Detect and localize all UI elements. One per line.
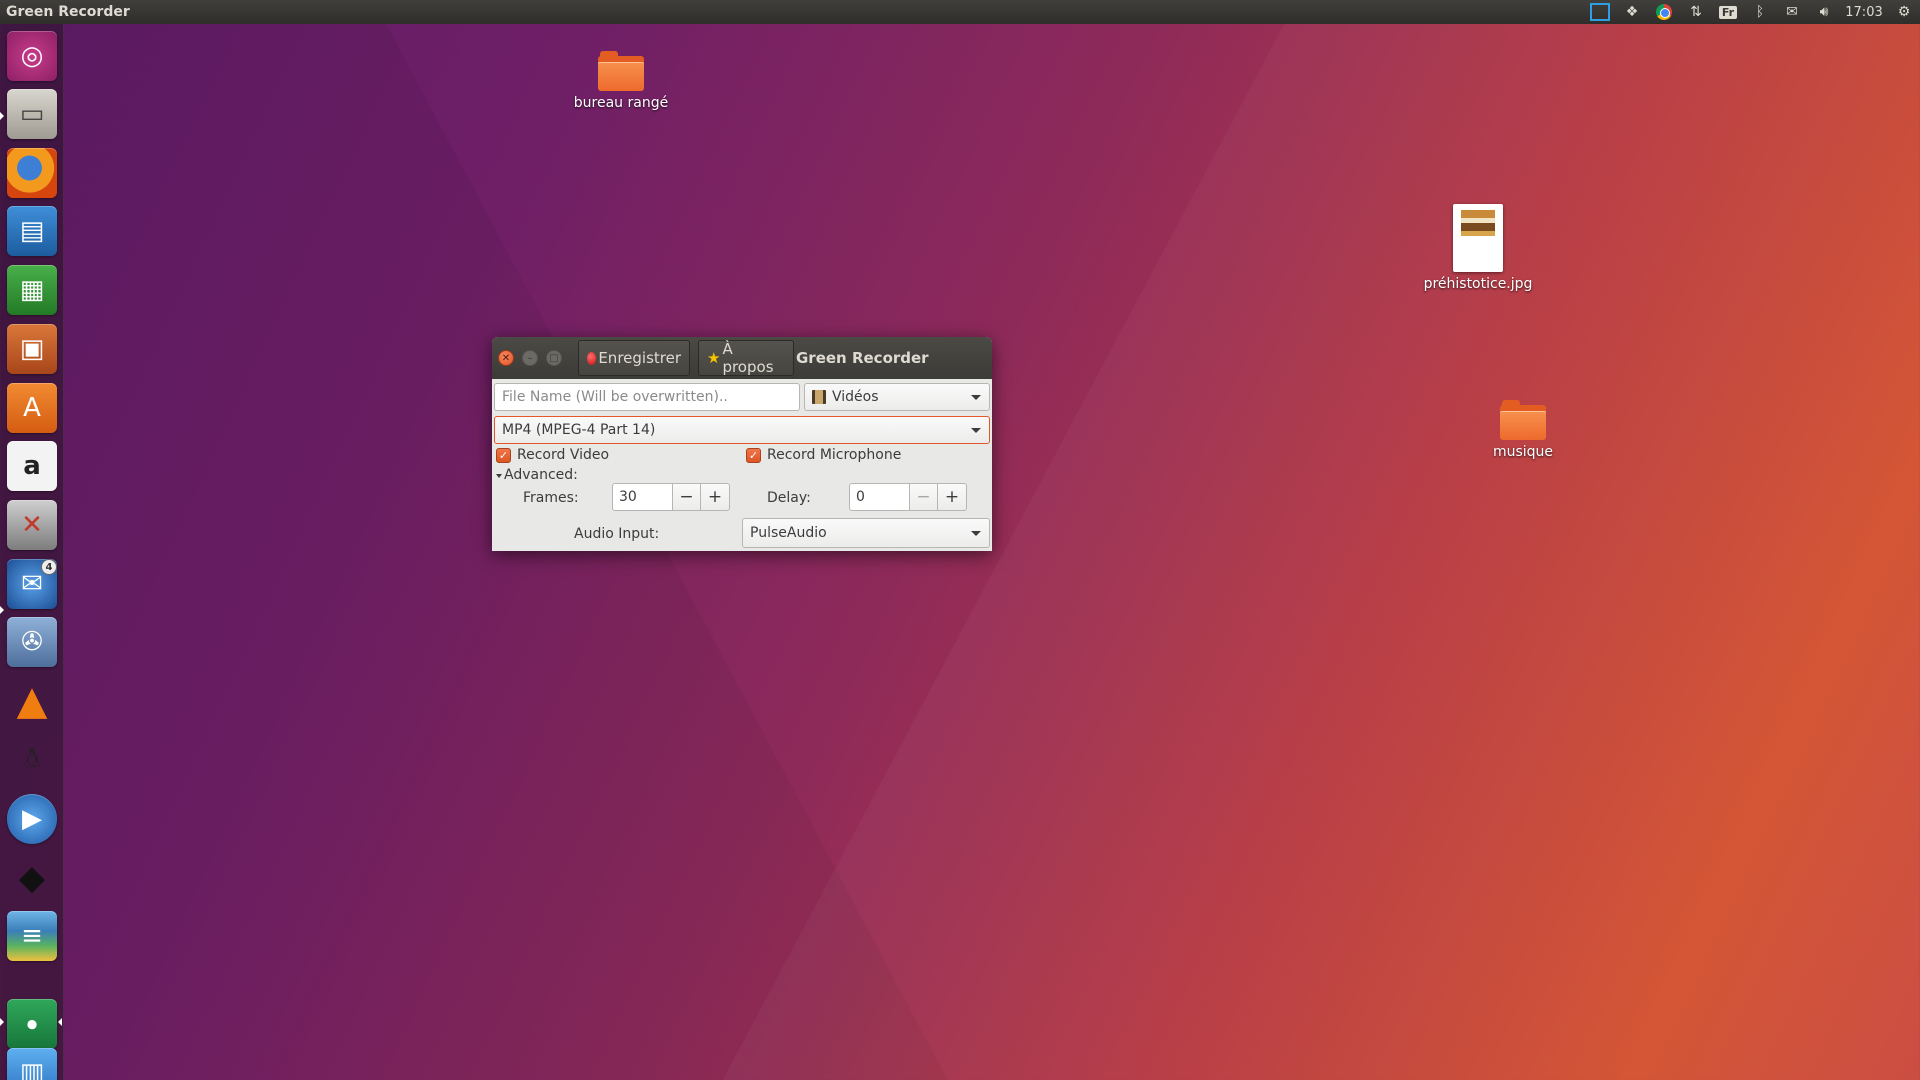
network-icon[interactable]: ⇅ (1680, 0, 1712, 24)
window-titlebar[interactable]: ✕ – □ Enregistrer ★ À propos Green Recor… (492, 337, 992, 379)
video-folder-icon (812, 390, 826, 404)
window-body: File Name (Will be overwritten).. Vidéos… (492, 379, 992, 551)
ubuntu-dash-icon[interactable]: ◎ (7, 31, 57, 81)
maximize-button[interactable]: □ (546, 350, 562, 366)
audio-input-label: Audio Input: (574, 526, 660, 542)
record-video-label[interactable]: Record Video (517, 447, 609, 463)
system-tray: ❖ ⇅ Fr ᛒ ✉ 🔊︎ 17:03 ⚙ (1584, 0, 1920, 24)
close-button[interactable]: ✕ (498, 350, 514, 366)
expander-arrow-icon[interactable] (496, 474, 502, 478)
star-icon: ★ (707, 349, 721, 367)
bluetooth-icon[interactable]: ᛒ (1744, 0, 1776, 24)
record-video-checkbox[interactable]: ✓ (496, 448, 511, 463)
unread-badge: 4 (41, 559, 57, 575)
clock[interactable]: 17:03 (1840, 0, 1888, 24)
inkscape-icon[interactable]: ◆ (7, 853, 57, 903)
frames-label: Frames: (523, 490, 579, 506)
record-button[interactable]: Enregistrer (578, 340, 690, 376)
screenshot-icon[interactable] (1584, 0, 1616, 24)
about-button-label: À propos (722, 340, 774, 376)
launcher: ◎ ▭ ▤ ▦ ▣ A a ✕ ✉ 4 ✇ ▲ 🐧︎ ▶ ◆ ≡ ⏺ ▥ (0, 24, 64, 1080)
folder-select-value: Vidéos (832, 389, 879, 405)
folder-select[interactable]: Vidéos (804, 383, 990, 411)
audio-input-value: PulseAudio (750, 525, 827, 541)
writer-icon[interactable]: ▤ (7, 206, 57, 256)
layers-app-icon[interactable]: ≡ (7, 911, 57, 961)
delay-spinbutton[interactable]: 0 − + (849, 483, 967, 511)
settings-tools-icon[interactable]: ✕ (7, 500, 57, 550)
gear-icon[interactable]: ⚙ (1888, 0, 1920, 24)
thunderbird-icon[interactable]: ✉ 4 (7, 559, 57, 609)
impress-icon[interactable]: ▣ (7, 324, 57, 374)
record-icon (587, 351, 597, 365)
video-editor-icon[interactable]: ✇ (7, 617, 57, 667)
mail-icon[interactable]: ✉ (1776, 0, 1808, 24)
calc-icon[interactable]: ▦ (7, 265, 57, 315)
delay-value[interactable]: 0 (849, 483, 909, 511)
delay-decrement-button[interactable]: − (909, 483, 938, 511)
focused-indicator (58, 1018, 62, 1026)
chrome-icon[interactable] (1648, 0, 1680, 24)
window-title: Green Recorder (796, 349, 929, 367)
desktop-icon-label: bureau rangé (573, 95, 669, 111)
minimize-button[interactable]: – (522, 350, 538, 366)
volume-icon[interactable]: 🔊︎ (1808, 0, 1840, 24)
image-file-icon (1453, 204, 1503, 272)
delay-label: Delay: (767, 490, 811, 506)
record-microphone-checkbox[interactable]: ✓ (746, 448, 761, 463)
green-recorder-icon[interactable]: ⏺ (7, 999, 57, 1049)
record-microphone-label[interactable]: Record Microphone (767, 447, 901, 463)
amazon-icon[interactable]: a (7, 441, 57, 491)
media-player-icon[interactable]: ▶ (7, 794, 57, 844)
penguin-app-icon[interactable]: 🐧︎ (7, 735, 57, 785)
chevron-down-icon (971, 395, 981, 400)
green-recorder-window: ✕ – □ Enregistrer ★ À propos Green Recor… (492, 337, 992, 551)
desktop-file-prehistotice[interactable]: préhistotice.jpg (1403, 204, 1553, 292)
frames-value[interactable]: 30 (612, 483, 672, 511)
active-app-title: Green Recorder (6, 4, 130, 20)
desktop-folder-bureau-range[interactable]: bureau rangé (565, 51, 677, 111)
dropbox-icon[interactable]: ❖ (1616, 0, 1648, 24)
files-icon[interactable]: ▭ (7, 89, 57, 139)
desktop-icon-label: préhistotice.jpg (1423, 276, 1533, 292)
advanced-expander[interactable]: Advanced: (504, 467, 578, 483)
format-select[interactable]: MP4 (MPEG-4 Part 14) (494, 416, 990, 444)
chevron-down-icon (971, 428, 981, 433)
software-center-icon[interactable]: A (7, 383, 57, 433)
filename-input[interactable]: File Name (Will be overwritten).. (494, 383, 800, 411)
vlc-icon[interactable]: ▲ (7, 676, 57, 726)
chevron-down-icon (971, 531, 981, 536)
top-panel: Green Recorder ❖ ⇅ Fr ᛒ ✉ 🔊︎ 17:03 ⚙ (0, 0, 1920, 24)
format-select-value: MP4 (MPEG-4 Part 14) (502, 422, 656, 438)
desktop-icon-label: musique (1492, 444, 1554, 460)
running-indicator (0, 606, 4, 614)
firefox-icon[interactable] (7, 148, 57, 198)
desktop-folder-musique[interactable]: musique (1463, 400, 1583, 460)
frames-decrement-button[interactable]: − (672, 483, 701, 511)
frames-spinbutton[interactable]: 30 − + (612, 483, 730, 511)
record-button-label: Enregistrer (598, 349, 681, 367)
audio-input-select[interactable]: PulseAudio (742, 518, 990, 548)
folder-icon (1500, 400, 1546, 440)
delay-increment-button[interactable]: + (938, 483, 967, 511)
keyboard-layout-indicator[interactable]: Fr (1712, 0, 1744, 24)
running-indicator (0, 112, 4, 120)
folder-icon (598, 51, 644, 91)
running-indicator (0, 1018, 4, 1026)
frames-increment-button[interactable]: + (701, 483, 730, 511)
workspace-switcher-icon[interactable]: ▥ (7, 1048, 57, 1080)
about-button[interactable]: ★ À propos (698, 340, 794, 376)
